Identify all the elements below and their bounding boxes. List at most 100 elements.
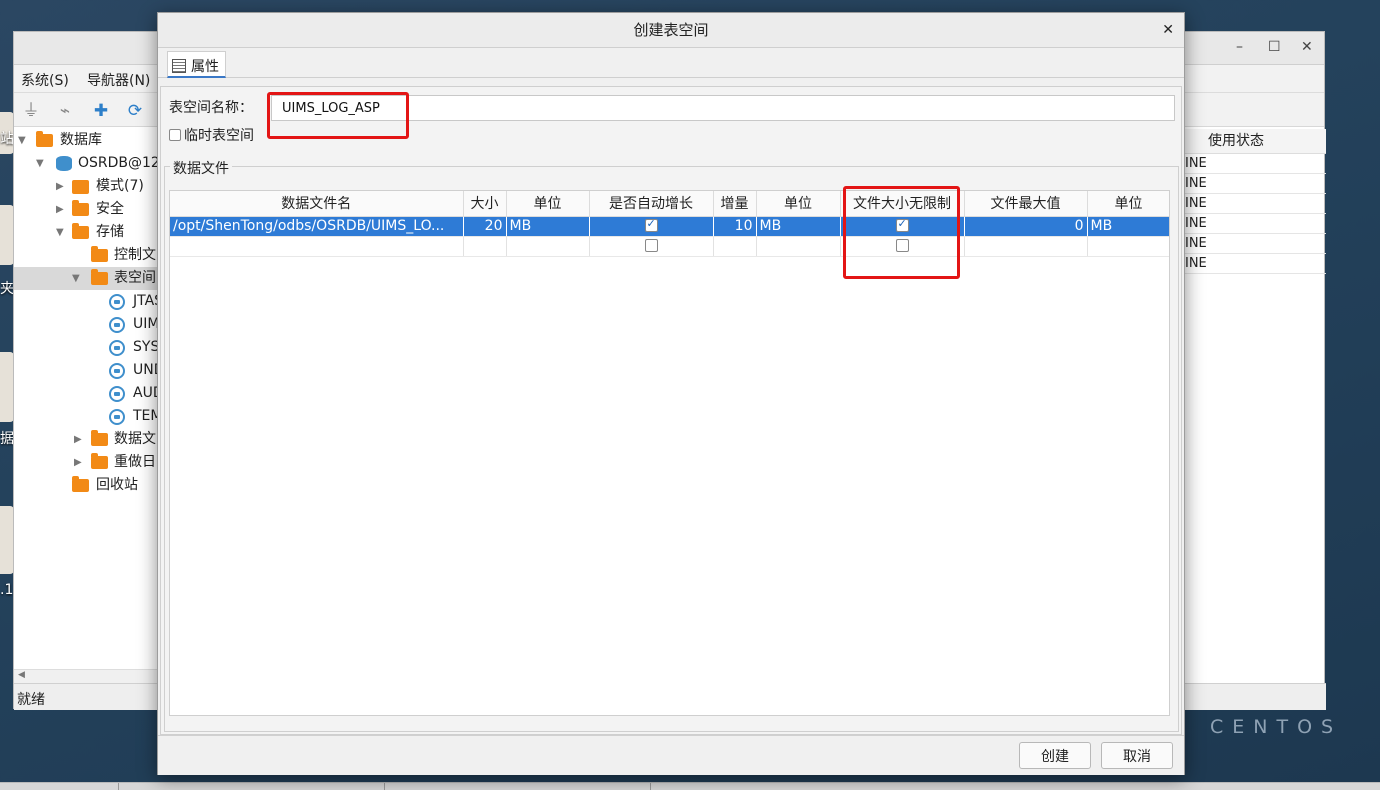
cell-max-size[interactable] (964, 236, 1088, 257)
cell-max-unit[interactable]: MB (1087, 216, 1169, 237)
tree-node-tablespace[interactable]: JTAS (14, 290, 159, 313)
table-row[interactable] (170, 236, 1169, 257)
cell-unlimited[interactable] (840, 236, 965, 257)
col-header-max-size[interactable]: 文件最大值 (964, 191, 1088, 217)
create-button[interactable]: 创建 (1019, 742, 1091, 769)
cell-size-unit[interactable]: MB (506, 216, 590, 237)
tablespace-icon (109, 409, 125, 425)
col-header-max-unit[interactable]: 单位 (1087, 191, 1169, 217)
tree-node-redo[interactable]: ▶ 重做日 (14, 451, 159, 474)
tree-node-label: 数据文 (114, 431, 156, 447)
cancel-button[interactable]: 取消 (1101, 742, 1173, 769)
autoextend-checkbox[interactable] (644, 239, 658, 252)
usage-status-cell: INE (1184, 214, 1326, 234)
folder-icon (72, 476, 89, 492)
autoextend-checkbox[interactable] (644, 217, 658, 232)
dialog-tabbar: 属性 (158, 48, 1184, 78)
database-icon (56, 156, 72, 171)
unlimited-checkbox[interactable] (895, 217, 909, 232)
usage-status-header: 使用状态 (1184, 129, 1326, 154)
usage-status-cell: INE (1184, 154, 1326, 174)
new-connection-icon[interactable]: ✚ (90, 100, 112, 122)
expand-arrow-icon[interactable]: ▶ (74, 451, 84, 474)
col-header-increment[interactable]: 增量 (713, 191, 757, 217)
tree-node-connection[interactable]: ▼ OSRDB@12 (14, 152, 159, 175)
tree-node-tablespace[interactable]: UND (14, 359, 159, 382)
collapse-arrow-icon[interactable]: ▼ (72, 267, 82, 290)
checkbox-box[interactable] (169, 129, 181, 141)
tree-node-label: 存储 (96, 224, 124, 240)
taskbar-separator (384, 783, 385, 790)
tab-label: 属性 (191, 59, 219, 75)
cell-size[interactable] (463, 236, 507, 257)
col-header-filename[interactable]: 数据文件名 (170, 191, 464, 217)
tablespace-name-input[interactable] (271, 95, 1175, 121)
unlimited-checkbox[interactable] (895, 239, 909, 252)
collapse-arrow-icon[interactable]: ▼ (18, 129, 28, 152)
usage-status-cell: INE (1184, 194, 1326, 214)
col-header-autoextend[interactable]: 是否自动增长 (589, 191, 714, 217)
tablespace-icon (109, 294, 125, 310)
tree-node-datafiles[interactable]: ▶ 数据文 (14, 428, 159, 451)
cell-size-unit[interactable] (506, 236, 590, 257)
collapse-arrow-icon[interactable]: ▼ (36, 152, 46, 175)
taskbar-separator (118, 783, 119, 790)
tree-node-database[interactable]: ▼ 数据库 (14, 129, 159, 152)
col-header-increment-unit[interactable]: 单位 (756, 191, 841, 217)
desktop-icon-4[interactable] (0, 506, 14, 574)
maximize-button[interactable]: ☐ (1268, 39, 1281, 55)
cell-max-size[interactable]: 0 (964, 216, 1088, 237)
cell-filename[interactable]: /opt/ShenTong/odbs/OSRDB/UIMS_LO... (170, 216, 464, 237)
cell-autoextend[interactable] (589, 236, 714, 257)
cell-increment-unit[interactable]: MB (756, 216, 841, 237)
cell-size[interactable]: 20 (463, 216, 507, 237)
menu-navigator[interactable]: 导航器(N) (87, 70, 150, 90)
tree-node-control-file[interactable]: 控制文 (14, 244, 159, 267)
cell-increment[interactable] (713, 236, 757, 257)
dialog-close-button[interactable]: ✕ (1162, 13, 1174, 48)
menu-system[interactable]: 系统(S) (21, 70, 69, 90)
folder-icon (91, 269, 108, 285)
tree-node-tablespace[interactable]: TEM (14, 405, 159, 428)
cell-unlimited[interactable] (840, 216, 965, 237)
temporary-tablespace-checkbox[interactable]: 临时表空间 (169, 125, 254, 145)
tree-node-label: 控制文 (114, 247, 156, 263)
tree-node-storage[interactable]: ▼ 存储 (14, 221, 159, 244)
tree-horizontal-scrollbar[interactable]: ◀ (14, 669, 159, 683)
col-header-size[interactable]: 大小 (463, 191, 507, 217)
table-row[interactable]: /opt/ShenTong/odbs/OSRDB/UIMS_LO... 20 M… (170, 216, 1169, 237)
minimize-button[interactable]: – (1236, 39, 1243, 55)
tree-node-schema[interactable]: ▶ 模式(7) (14, 175, 159, 198)
desktop-icon-2[interactable] (0, 205, 14, 265)
desktop-label-2: 夹 (0, 281, 14, 297)
refresh-icon[interactable]: ⟳ (124, 100, 146, 122)
cell-max-unit[interactable] (1087, 236, 1169, 257)
cell-increment[interactable]: 10 (713, 216, 757, 237)
close-button[interactable]: ✕ (1301, 39, 1313, 55)
cell-increment-unit[interactable] (756, 236, 841, 257)
expand-arrow-icon[interactable]: ▶ (56, 198, 66, 221)
disconnect-plug-icon[interactable]: ⌁ (54, 100, 76, 122)
collapse-arrow-icon[interactable]: ▼ (56, 221, 66, 244)
taskbar (0, 782, 1380, 790)
status-text: 就绪 (17, 692, 45, 708)
connect-plug-icon[interactable]: ⏚ (20, 100, 42, 122)
tree-node-security[interactable]: ▶ 安全 (14, 198, 159, 221)
expand-arrow-icon[interactable]: ▶ (74, 428, 84, 451)
cell-autoextend[interactable] (589, 216, 714, 237)
scroll-left-icon[interactable]: ◀ (18, 670, 25, 680)
desktop-icon-3[interactable] (0, 352, 14, 422)
tree-node-recycle[interactable]: 回收站 (14, 474, 159, 497)
tree-node-label: SYS (133, 339, 159, 355)
tree-node-tablespace[interactable]: AUD (14, 382, 159, 405)
temporary-tablespace-label: 临时表空间 (184, 128, 254, 144)
tree-node-tablespace[interactable]: UIM (14, 313, 159, 336)
desktop-label-4: .1 (0, 582, 14, 598)
tree-node-tablespace[interactable]: SYS (14, 336, 159, 359)
col-header-unlimited[interactable]: 文件大小无限制 (840, 191, 965, 217)
expand-arrow-icon[interactable]: ▶ (56, 175, 66, 198)
tab-properties[interactable]: 属性 (167, 51, 226, 78)
tree-node-tablespaces[interactable]: ▼ 表空间 (14, 267, 159, 290)
col-header-size-unit[interactable]: 单位 (506, 191, 590, 217)
cell-filename[interactable] (170, 236, 464, 257)
